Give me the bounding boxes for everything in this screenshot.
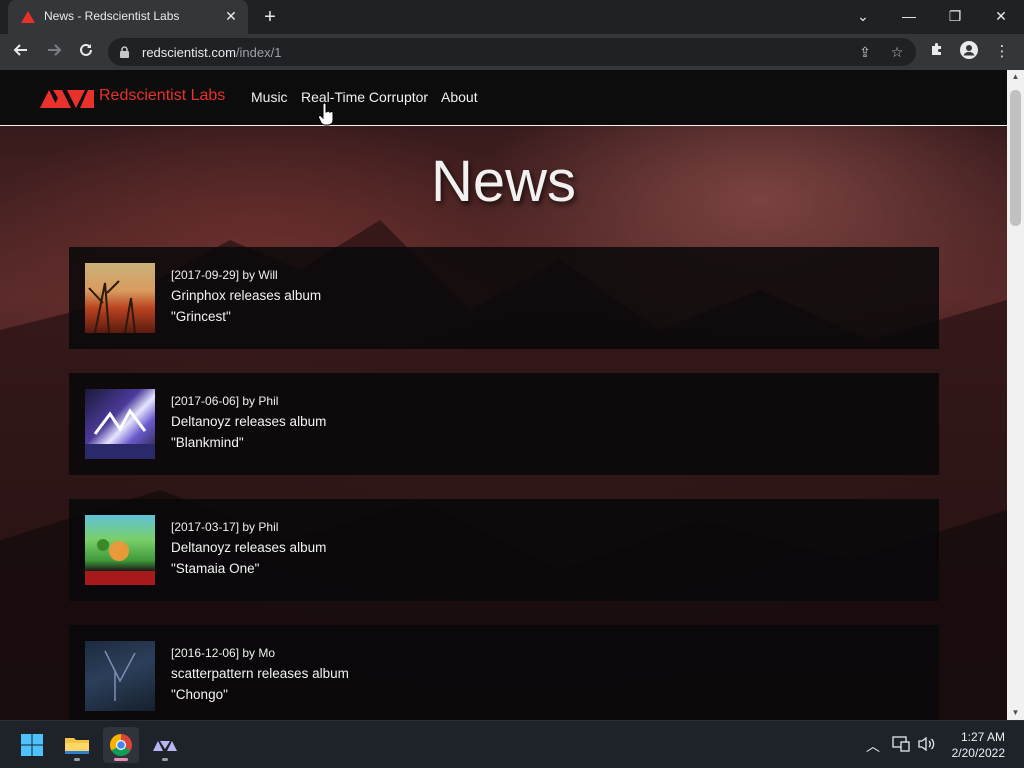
- nav-music-link[interactable]: Music: [251, 89, 288, 105]
- chrome-app[interactable]: [103, 727, 139, 763]
- browser-toolbar: redscientist.com/index/1 ⇪ ☆ ⋮: [0, 34, 1024, 70]
- site-favicon-icon: [21, 11, 35, 23]
- redscientist-app[interactable]: [147, 727, 183, 763]
- hand-cursor-icon: [318, 103, 334, 126]
- news-title[interactable]: Grinphox releases album: [171, 288, 321, 303]
- browser-tab-news[interactable]: News - Redscientist Labs ✕: [8, 0, 248, 34]
- brand-link[interactable]: Redscientist Labs: [99, 87, 225, 105]
- nav-about-link[interactable]: About: [441, 89, 478, 105]
- news-meta: [2017-03-17] by Phil: [171, 520, 279, 534]
- page-viewport: Redscientist Labs Music Real-Time Corrup…: [0, 70, 1007, 720]
- album-cover-blankmind[interactable]: [85, 389, 155, 459]
- lock-icon[interactable]: [120, 46, 129, 58]
- scrollbar-thumb[interactable]: [1010, 90, 1021, 226]
- tab-search-chevron-icon[interactable]: ⌄: [846, 4, 880, 28]
- system-clock[interactable]: 1:27 AM 2/20/2022: [952, 729, 1005, 761]
- news-album-name[interactable]: "Chongo": [171, 687, 228, 702]
- scroll-down-arrow-icon[interactable]: ▼: [1007, 706, 1024, 720]
- active-indicator: [114, 758, 128, 761]
- share-icon[interactable]: ⇪: [856, 43, 874, 61]
- page-title: News: [430, 149, 577, 214]
- running-indicator: [162, 758, 168, 761]
- news-album-name[interactable]: "Blankmind": [171, 435, 244, 450]
- scroll-up-arrow-icon[interactable]: ▲: [1007, 70, 1024, 84]
- forward-arrow-icon[interactable]: [42, 40, 66, 64]
- windows-taskbar: ︿ 1:27 AM 2/20/2022: [0, 720, 1024, 768]
- bookmark-star-icon[interactable]: ☆: [888, 43, 906, 61]
- start-button[interactable]: [14, 727, 50, 763]
- file-explorer-app[interactable]: [59, 727, 95, 763]
- extensions-puzzle-icon[interactable]: [926, 41, 948, 63]
- address-bar[interactable]: redscientist.com/index/1 ⇪ ☆: [108, 38, 916, 66]
- album-cover-grincest[interactable]: [85, 263, 155, 333]
- window-close-button[interactable]: ✕: [984, 4, 1018, 28]
- show-hidden-icons-chevron-icon[interactable]: ︿: [866, 736, 880, 756]
- back-arrow-icon[interactable]: [9, 40, 33, 64]
- clock-date: 2/20/2022: [951, 746, 1005, 760]
- news-meta: [2017-06-06] by Phil: [171, 394, 279, 408]
- news-item[interactable]: [2017-09-29] by Will Grinphox releases a…: [69, 247, 939, 349]
- network-icon[interactable]: [892, 736, 910, 752]
- page-scrollbar[interactable]: ▲ ▼: [1007, 70, 1024, 720]
- running-indicator: [74, 758, 80, 761]
- news-item[interactable]: [2017-06-06] by Phil Deltanoyz releases …: [69, 373, 939, 475]
- site-navbar: Redscientist Labs Music Real-Time Corrup…: [0, 70, 1007, 126]
- browser-menu-icon[interactable]: ⋮: [991, 41, 1013, 63]
- news-item[interactable]: [2017-03-17] by Phil Deltanoyz releases …: [69, 499, 939, 601]
- tab-close-icon[interactable]: ✕: [222, 7, 240, 25]
- news-album-name[interactable]: "Grincest": [171, 309, 231, 324]
- reload-icon[interactable]: [74, 40, 98, 64]
- windows-logo-icon: [21, 734, 43, 756]
- album-cover-stamaia-one[interactable]: [85, 515, 155, 585]
- url-text: redscientist.com/index/1: [142, 45, 282, 60]
- news-title[interactable]: scatterpattern releases album: [171, 666, 349, 681]
- redscientist-logo-icon[interactable]: [40, 88, 94, 108]
- clock-time: 1:27 AM: [960, 730, 1005, 744]
- news-item[interactable]: [2016-12-06] by Mo scatterpattern releas…: [69, 625, 939, 720]
- news-meta: [2016-12-06] by Mo: [171, 646, 276, 660]
- album-cover-chongo[interactable]: [85, 641, 155, 711]
- tab-title: News - Redscientist Labs: [44, 9, 180, 23]
- news-title[interactable]: Deltanoyz releases album: [171, 540, 326, 555]
- restore-button[interactable]: ❐: [938, 4, 972, 28]
- minimize-button[interactable]: —: [892, 4, 926, 28]
- new-tab-button[interactable]: +: [259, 6, 281, 28]
- browser-tab-strip: News - Redscientist Labs ✕ + ⌄ — ❐ ✕: [0, 0, 1024, 34]
- profile-avatar-icon[interactable]: [958, 41, 980, 63]
- volume-icon[interactable]: [917, 736, 937, 752]
- news-album-name[interactable]: "Stamaia One": [171, 561, 259, 576]
- news-meta: [2017-09-29] by Will: [171, 268, 278, 282]
- news-title[interactable]: Deltanoyz releases album: [171, 414, 326, 429]
